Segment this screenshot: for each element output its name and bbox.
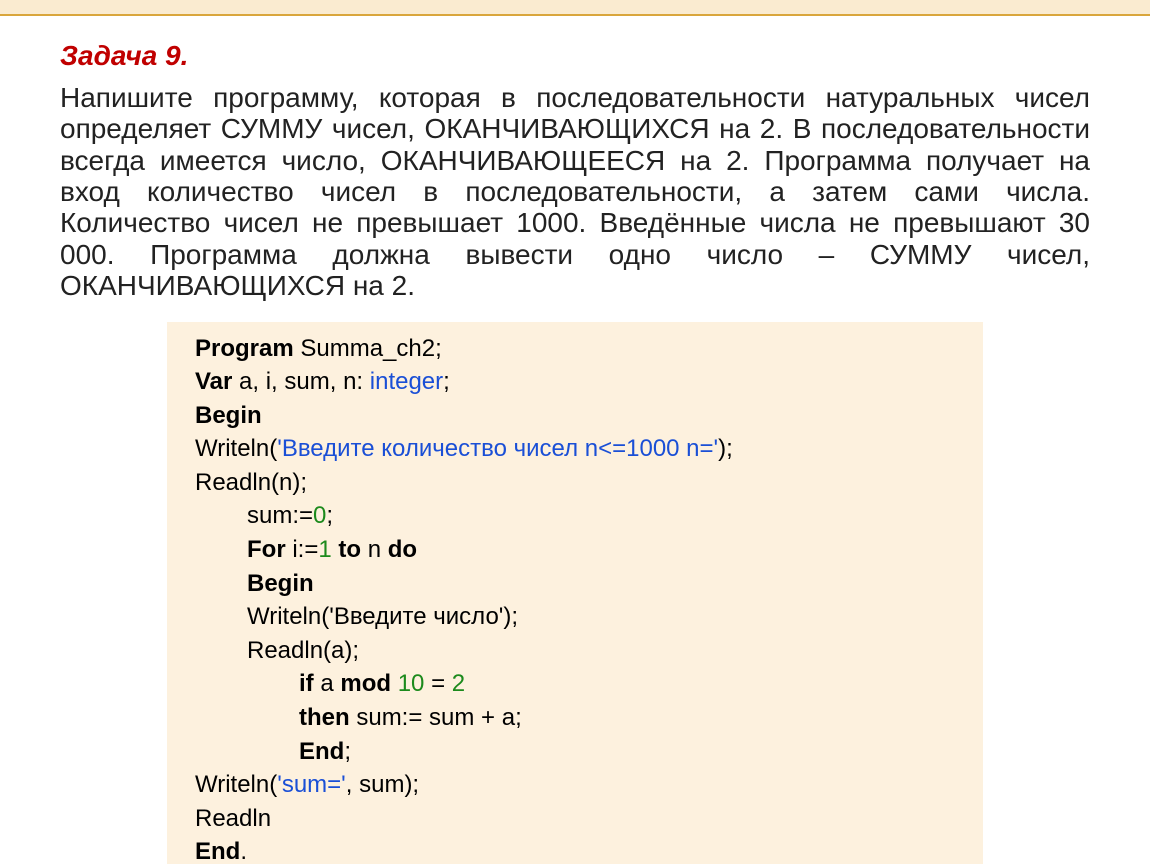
string-literal: 'Введите число' — [329, 603, 503, 630]
code-text: ; — [443, 368, 450, 395]
kw-end: End — [299, 738, 344, 765]
code-line: Program Summa_ch2; — [195, 332, 955, 366]
kw-begin-inner: Begin — [247, 570, 314, 597]
code-text: = — [424, 670, 451, 697]
code-line: For i:=1 to n do — [195, 533, 955, 567]
code-text: n — [361, 536, 388, 563]
code-text: Readln — [195, 805, 271, 832]
code-text: ; — [344, 738, 351, 765]
kw-mod: mod — [340, 670, 391, 697]
code-text: i:= — [286, 536, 319, 563]
code-line: Readln(a); — [195, 634, 955, 668]
number-literal: 2 — [452, 670, 465, 697]
code-text: sum:= sum + a; — [350, 704, 522, 731]
kw-program: Program — [195, 335, 294, 362]
string-literal: 'sum=' — [277, 771, 346, 798]
number-literal: 0 — [313, 502, 326, 529]
kw-end-final: End — [195, 838, 240, 864]
code-line: if a mod 10 = 2 — [195, 667, 955, 701]
kw-begin: Begin — [195, 402, 262, 429]
code-line: sum:=0; — [195, 499, 955, 533]
code-text: sum:= — [247, 502, 313, 529]
code-line: Writeln('sum=', sum); — [195, 768, 955, 802]
kw-var: Var — [195, 368, 232, 395]
code-text — [391, 670, 398, 697]
code-text: Readln(a); — [247, 637, 359, 664]
string-literal: 'Введите количество чисел n<=1000 n=' — [277, 435, 718, 462]
code-text: Writeln( — [195, 771, 277, 798]
code-line: End; — [195, 735, 955, 769]
code-text: a, i, sum, n: — [232, 368, 369, 395]
code-text: ; — [326, 502, 333, 529]
code-text: a — [314, 670, 341, 697]
code-text: ); — [503, 603, 518, 630]
code-line: Var a, i, sum, n: integer; — [195, 365, 955, 399]
code-text: ); — [718, 435, 733, 462]
number-literal: 1 — [318, 536, 331, 563]
type-integer: integer — [370, 368, 443, 395]
code-text: Summa_ch2; — [294, 335, 442, 362]
slide-content: Задача 9. Напишите программу, которая в … — [0, 16, 1150, 864]
number-literal: 10 — [398, 670, 425, 697]
code-line: Begin — [195, 399, 955, 433]
task-body: Напишите программу, которая в последоват… — [60, 82, 1090, 302]
code-text: Writeln( — [195, 435, 277, 462]
code-text: . — [240, 838, 247, 864]
code-line: Readln — [195, 802, 955, 836]
code-line: Writeln('Введите количество чисел n<=100… — [195, 432, 955, 466]
code-line: Readln(n); — [195, 466, 955, 500]
code-text: Writeln( — [247, 603, 329, 630]
kw-for: For — [247, 536, 286, 563]
code-line: Writeln('Введите число'); — [195, 600, 955, 634]
code-text: Readln(n); — [195, 469, 307, 496]
code-text: , sum); — [346, 771, 419, 798]
code-line: then sum:= sum + a; — [195, 701, 955, 735]
kw-do: do — [388, 536, 417, 563]
code-line: End. — [195, 835, 955, 864]
slide-top-border — [0, 0, 1150, 16]
task-title: Задача 9. — [60, 40, 1090, 72]
kw-if: if — [299, 670, 314, 697]
code-line: Begin — [195, 567, 955, 601]
kw-then: then — [299, 704, 350, 731]
code-block: Program Summa_ch2; Var a, i, sum, n: int… — [167, 322, 983, 864]
kw-to: to — [338, 536, 361, 563]
